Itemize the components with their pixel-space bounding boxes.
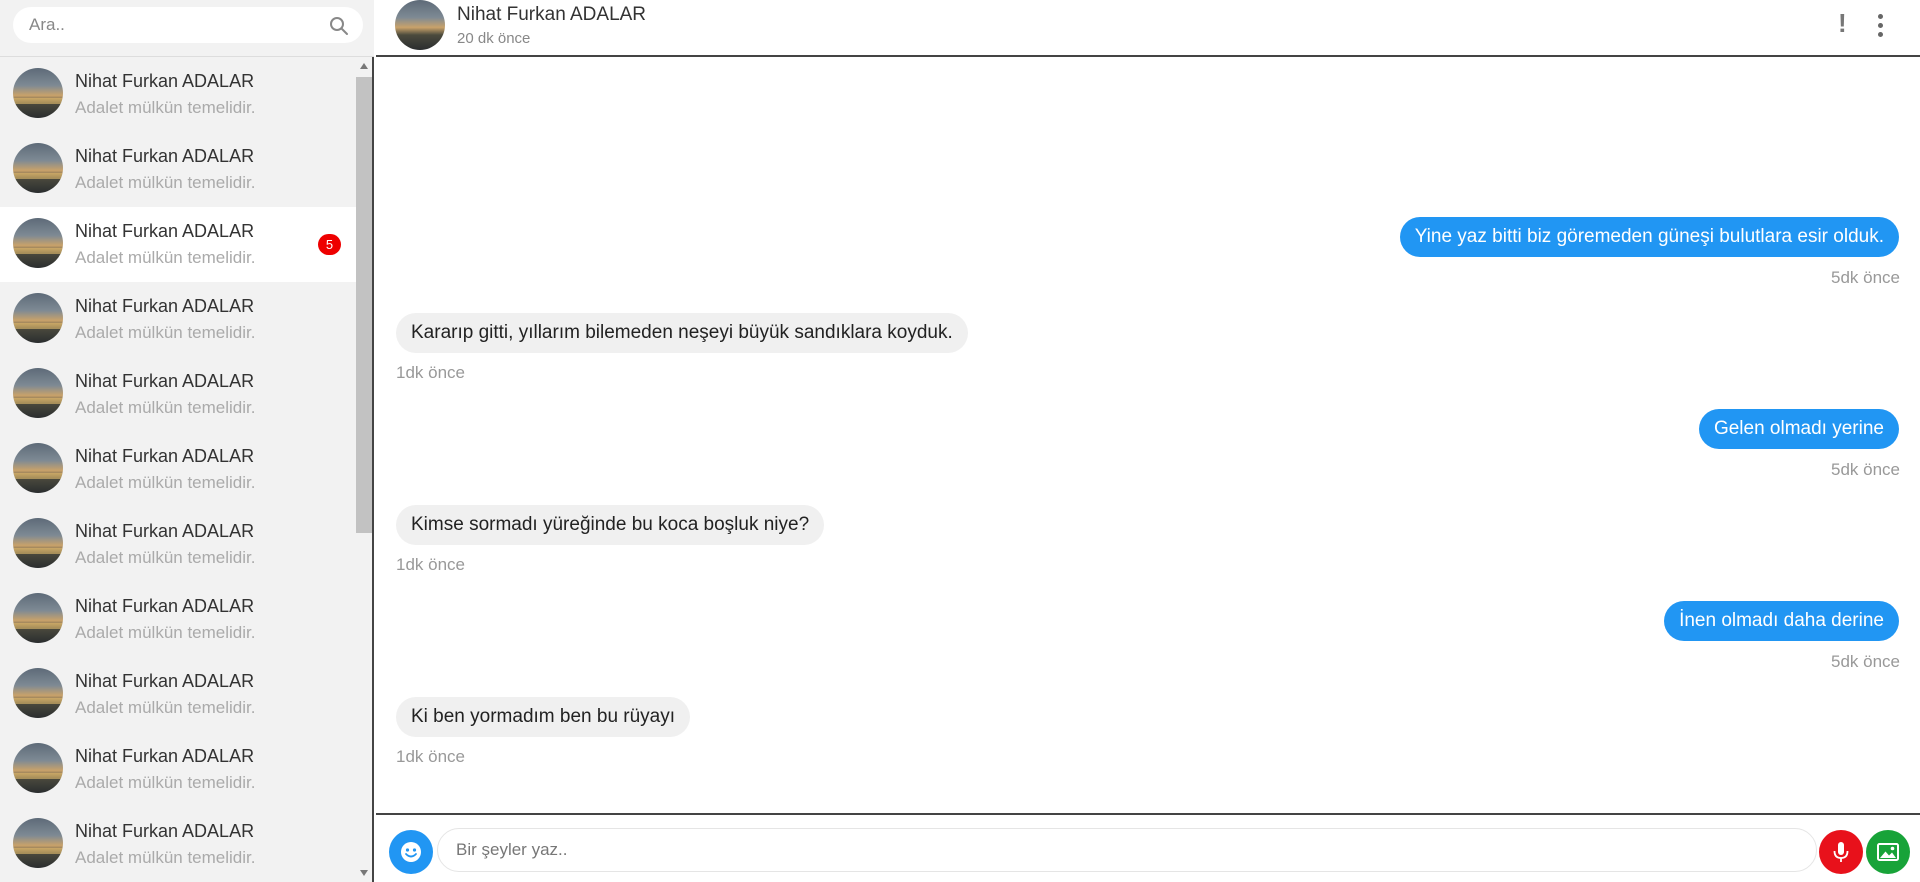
message-bubble-incoming: Kararıp gitti, yıllarım bilemeden neşeyi… [396, 313, 968, 353]
message-time: 1dk önce [396, 363, 465, 382]
message-composer [376, 813, 1920, 882]
message-time: 5dk önce [1831, 268, 1900, 287]
contact-item[interactable]: Nihat Furkan ADALAR Adalet mülkün temeli… [0, 582, 356, 657]
contact-last-message: Adalet mülkün temelidir. [75, 173, 256, 192]
header-last-seen: 20 dk önce [457, 30, 531, 47]
message-bubble-outgoing: Yine yaz bitti biz göremeden güneşi bulu… [1399, 217, 1899, 257]
avatar [13, 668, 63, 718]
header-avatar[interactable] [395, 0, 445, 50]
scroll-down-arrow-icon[interactable] [360, 870, 368, 876]
sidebar: Nihat Furkan ADALAR Adalet mülkün temeli… [0, 0, 374, 882]
contact-name: Nihat Furkan ADALAR [75, 296, 255, 316]
avatar [13, 293, 63, 343]
contact-item[interactable]: Nihat Furkan ADALAR Adalet mülkün temeli… [0, 357, 356, 432]
contact-item[interactable]: Nihat Furkan ADALAR Adalet mülkün temeli… [0, 732, 356, 807]
search-input[interactable] [29, 7, 319, 43]
message-input[interactable] [437, 828, 1817, 872]
search-bar [0, 0, 374, 57]
contact-name: Nihat Furkan ADALAR [75, 446, 255, 466]
avatar [13, 743, 63, 793]
scrollbar-thumb[interactable] [356, 77, 372, 533]
contact-last-message: Adalet mülkün temelidir. [75, 248, 256, 267]
chat-header: Nihat Furkan ADALAR 20 dk önce ! [376, 0, 1920, 57]
message-bubble-incoming: Kimse sormadı yüreğinde bu koca boşluk n… [396, 505, 825, 545]
contact-name: Nihat Furkan ADALAR [75, 221, 255, 241]
header-contact-name: Nihat Furkan ADALAR [457, 4, 647, 25]
contact-name: Nihat Furkan ADALAR [75, 596, 255, 616]
emoji-button[interactable] [389, 830, 433, 874]
image-upload-button[interactable] [1866, 830, 1910, 874]
contact-name: Nihat Furkan ADALAR [75, 146, 255, 166]
message-time: 1dk önce [396, 747, 465, 766]
exclamation-icon[interactable]: ! [1838, 10, 1847, 36]
image-icon [1877, 843, 1899, 861]
contact-item[interactable]: Nihat Furkan ADALAR Adalet mülkün temeli… [0, 282, 356, 357]
message-area: Yine yaz bitti biz göremeden güneşi bulu… [376, 57, 1920, 813]
contact-last-message: Adalet mülkün temelidir. [75, 773, 256, 792]
contact-name: Nihat Furkan ADALAR [75, 671, 255, 691]
kebab-menu-icon[interactable] [1878, 14, 1884, 38]
avatar [13, 818, 63, 868]
message-time: 1dk önce [396, 555, 465, 574]
contact-name: Nihat Furkan ADALAR [75, 71, 255, 91]
unread-badge: 5 [318, 234, 341, 255]
contact-item[interactable]: Nihat Furkan ADALAR Adalet mülkün temeli… [0, 57, 356, 132]
avatar [13, 218, 63, 268]
contact-item[interactable]: Nihat Furkan ADALAR Adalet mülkün temeli… [0, 132, 356, 207]
contact-item[interactable]: Nihat Furkan ADALAR Adalet mülkün temeli… [0, 507, 356, 582]
message-time: 5dk önce [1831, 652, 1900, 671]
avatar [13, 68, 63, 118]
contact-name: Nihat Furkan ADALAR [75, 521, 255, 541]
search-box[interactable] [13, 7, 363, 43]
message-bubble-incoming: Ki ben yormadım ben bu rüyayı [396, 697, 691, 737]
message-bubble-outgoing: Gelen olmadı yerine [1698, 409, 1899, 449]
contact-last-message: Adalet mülkün temelidir. [75, 323, 256, 342]
avatar [13, 593, 63, 643]
contact-last-message: Adalet mülkün temelidir. [75, 698, 256, 717]
contact-last-message: Adalet mülkün temelidir. [75, 473, 256, 492]
avatar [13, 443, 63, 493]
contact-item[interactable]: Nihat Furkan ADALAR Adalet mülkün temeli… [0, 807, 356, 882]
search-icon[interactable] [329, 16, 349, 36]
contact-name: Nihat Furkan ADALAR [75, 371, 255, 391]
contact-item[interactable]: Nihat Furkan ADALAR Adalet mülkün temeli… [0, 432, 356, 507]
message-bubble-outgoing: İnen olmadı daha derine [1664, 601, 1899, 641]
avatar [13, 368, 63, 418]
contact-list: Nihat Furkan ADALAR Adalet mülkün temeli… [0, 57, 356, 882]
scroll-up-arrow-icon[interactable] [360, 63, 368, 69]
smiley-icon [401, 842, 421, 862]
microphone-icon [1833, 842, 1849, 862]
microphone-button[interactable] [1819, 830, 1863, 874]
contact-last-message: Adalet mülkün temelidir. [75, 848, 256, 867]
avatar [13, 143, 63, 193]
contact-item[interactable]: Nihat Furkan ADALAR Adalet mülkün temeli… [0, 657, 356, 732]
contact-last-message: Adalet mülkün temelidir. [75, 623, 256, 642]
contact-last-message: Adalet mülkün temelidir. [75, 398, 256, 417]
contact-item-active[interactable]: Nihat Furkan ADALAR Adalet mülkün temeli… [0, 207, 356, 282]
avatar [13, 518, 63, 568]
contact-name: Nihat Furkan ADALAR [75, 821, 255, 841]
contact-last-message: Adalet mülkün temelidir. [75, 98, 256, 117]
contact-name: Nihat Furkan ADALAR [75, 746, 255, 766]
message-time: 5dk önce [1831, 460, 1900, 479]
sidebar-scrollbar[interactable] [356, 57, 372, 882]
contact-last-message: Adalet mülkün temelidir. [75, 548, 256, 567]
